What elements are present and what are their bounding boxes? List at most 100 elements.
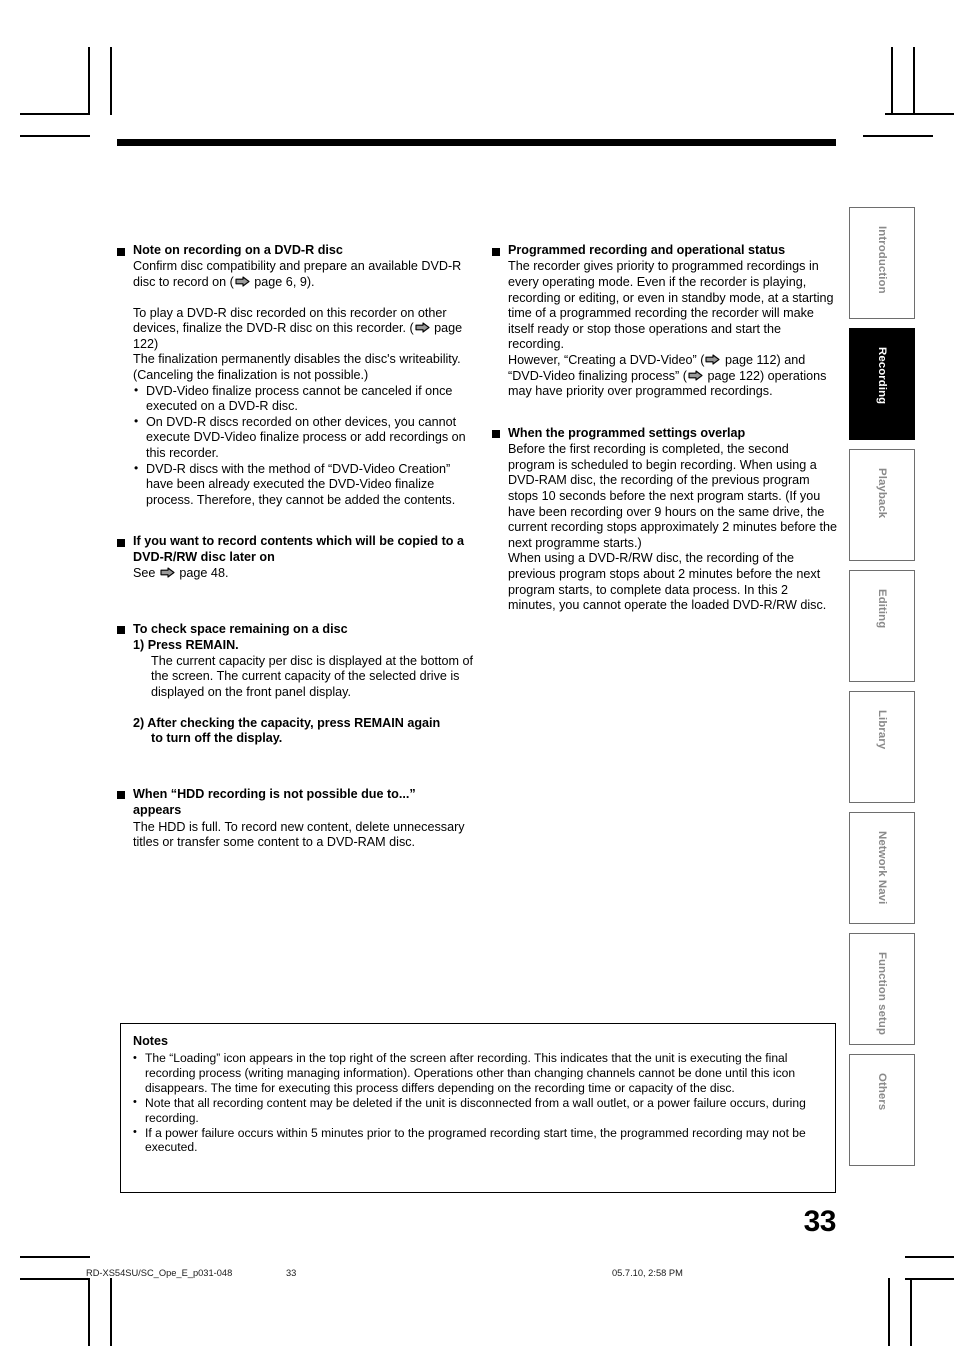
section-heading: To check space remaining on a disc — [117, 622, 474, 637]
paragraph: However, “Creating a DVD-Video” ( page 1… — [492, 353, 837, 400]
section-heading: Programmed recording and operational sta… — [492, 243, 837, 258]
section-note-dvdr-disc: Note on recording on a DVD-R disc Confir… — [117, 243, 474, 508]
paragraph-text-cont: page 6, 9). — [250, 275, 315, 289]
section-heading-text: Note on recording on a DVD-R disc — [133, 243, 343, 257]
side-tab-label: Function setup — [876, 952, 888, 1036]
side-tab-label: Network Navi — [876, 831, 888, 905]
section-heading-cont: appears — [117, 803, 474, 818]
section-heading-text: Programmed recording and operational sta… — [508, 243, 786, 257]
crop-mark-tl-h2 — [20, 113, 90, 115]
section-heading: When the programmed settings overlap — [492, 426, 837, 441]
section-heading: When “HDD recording is not possible due … — [117, 787, 474, 802]
paragraph: Before the first recording is completed,… — [508, 442, 838, 550]
square-bullet-icon — [492, 430, 500, 439]
section-check-space-remaining: To check space remaining on a disc 1) Pr… — [117, 622, 474, 747]
side-tab-recording[interactable]: Recording — [849, 328, 915, 440]
section-copy-to-dvdr-rw: If you want to record contents which wil… — [117, 534, 474, 581]
side-tab-function-setup[interactable]: Function setup — [849, 933, 915, 1045]
arrow-right-icon — [235, 276, 250, 287]
step-2-label-cont: to turn off the display. — [151, 731, 283, 746]
paragraph: See page 48. — [117, 566, 474, 582]
side-tab-label: Editing — [876, 589, 888, 629]
side-tab-network-navi[interactable]: Network Navi — [849, 812, 915, 924]
section-heading-text: When “HDD recording is not possible due … — [133, 786, 416, 801]
side-tab-editing[interactable]: Editing — [849, 570, 915, 682]
arrow-right-icon — [688, 370, 703, 381]
section-hdd-not-possible: When “HDD recording is not possible due … — [117, 787, 474, 851]
side-tab-others[interactable]: Others — [849, 1054, 915, 1166]
notes-box: Notes The “Loading” icon appears in the … — [120, 1023, 836, 1193]
square-bullet-icon — [117, 626, 125, 635]
section-heading: If you want to record contents which wil… — [117, 534, 474, 565]
left-column: Note on recording on a DVD-R disc Confir… — [117, 243, 474, 851]
side-tab-library[interactable]: Library — [849, 691, 915, 803]
footer-filename: RD-XS54SU/SC_Ope_E_p031-048 — [86, 1268, 233, 1278]
square-bullet-icon — [117, 538, 125, 547]
section-programmed-settings-overlap: When the programmed settings overlap Bef… — [492, 426, 837, 614]
side-tab-label: Others — [876, 1073, 888, 1111]
arrow-right-icon — [160, 567, 175, 578]
crop-mark-bl-v1 — [88, 1278, 90, 1346]
side-tab-label: Library — [876, 710, 888, 750]
paragraph: When using a DVD-R/RW disc, the recordin… — [508, 551, 827, 613]
crop-mark-br-h2 — [905, 1278, 954, 1280]
section-programmed-recording-status: Programmed recording and operational sta… — [492, 243, 837, 400]
notes-list: The “Loading” icon appears in the top ri… — [133, 1051, 823, 1155]
notes-list-item: Note that all recording content may be d… — [133, 1095, 823, 1126]
list-item: DVD-R discs with the method of “DVD-Vide… — [133, 461, 474, 509]
side-tab-playback[interactable]: Playback — [849, 449, 915, 561]
arrow-right-icon — [415, 322, 430, 333]
crop-mark-br-h1 — [905, 1256, 954, 1258]
paragraph-text-cont: page 48. — [175, 566, 229, 581]
crop-mark-tr-h2 — [885, 113, 954, 115]
crop-mark-bl-h2 — [20, 1278, 90, 1280]
crop-mark-tr-h1 — [863, 135, 933, 137]
notes-list-item: The “Loading” icon appears in the top ri… — [133, 1051, 823, 1096]
right-column: Programmed recording and operational sta… — [492, 243, 837, 614]
side-tab-navigation: Introduction Recording Playback Editing … — [849, 207, 915, 1175]
list-item: DVD-Video finalize process cannot be can… — [133, 383, 474, 415]
section-heading-text: To check space remaining on a disc — [133, 621, 348, 636]
square-bullet-icon — [117, 247, 125, 256]
crop-mark-br-v2 — [910, 1278, 912, 1346]
step-1-body: The current capacity per disc is display… — [151, 653, 474, 699]
notes-title: Notes — [133, 1034, 168, 1048]
paragraph: The recorder gives priority to programme… — [508, 259, 834, 352]
side-tab-label: Recording — [876, 347, 888, 405]
footer-timestamp: 05.7.10, 2:58 PM — [612, 1268, 683, 1278]
list-item: On DVD-R discs recorded on other devices… — [133, 414, 474, 462]
square-bullet-icon — [492, 247, 500, 256]
section-heading-text: When the programmed settings overlap — [508, 425, 746, 440]
notes-list-item: If a power failure occurs within 5 minut… — [133, 1125, 823, 1156]
paragraph: Confirm disc compatibility and prepare a… — [117, 259, 474, 290]
side-tab-introduction[interactable]: Introduction — [849, 207, 915, 319]
bullet-list: DVD-Video finalize process cannot be can… — [117, 383, 474, 509]
crop-mark-bl-v2 — [110, 1278, 112, 1346]
paragraph-text: To play a DVD-R disc recorded on this re… — [133, 305, 447, 336]
side-tab-label: Playback — [876, 468, 888, 519]
crop-mark-tl-v2 — [110, 47, 112, 115]
footer-page-number: 33 — [286, 1268, 297, 1278]
crop-mark-bl-h1 — [20, 1256, 90, 1258]
arrow-right-icon — [705, 354, 721, 365]
paragraph: The finalization permanently disables th… — [133, 352, 461, 382]
crop-mark-tr-v1 — [891, 47, 893, 115]
side-tab-label: Introduction — [876, 226, 888, 294]
crop-mark-tl-h1 — [20, 135, 90, 137]
section-heading: Note on recording on a DVD-R disc — [117, 243, 474, 258]
page-number: 33 — [803, 1205, 837, 1238]
crop-mark-br-v1 — [888, 1278, 890, 1346]
crop-mark-tl-v1 — [88, 47, 90, 115]
paragraph-text: See — [133, 566, 159, 581]
step-1-label: 1) Press REMAIN. — [133, 638, 239, 653]
header-rule — [117, 139, 836, 146]
paragraph: The HDD is full. To record new content, … — [133, 819, 465, 850]
paragraph-text: However, “Creating a DVD-Video” ( — [508, 352, 705, 367]
section-heading-text-cont: appears — [133, 803, 182, 818]
